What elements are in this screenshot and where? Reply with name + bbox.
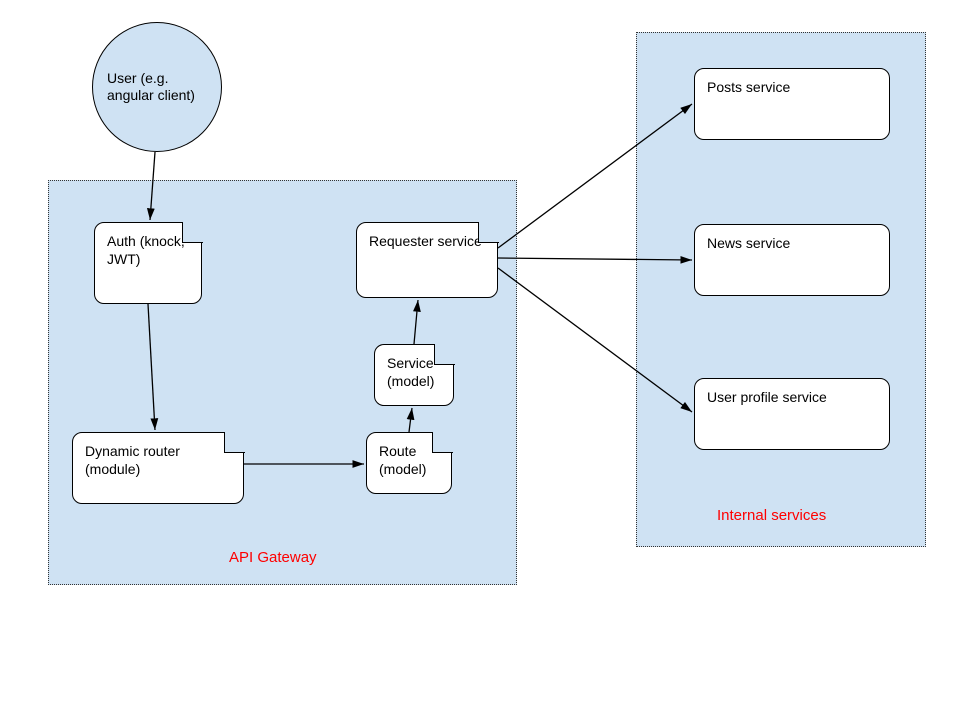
user-profile-service-text: User profile service	[707, 389, 827, 405]
service-model-node: Service (model)	[374, 344, 454, 406]
news-service-text: News service	[707, 235, 790, 251]
auth-text: Auth (knock, JWT)	[107, 233, 185, 267]
route-text: Route (model)	[379, 443, 426, 477]
user-text: User (e.g. angular client)	[107, 70, 207, 105]
api-gateway-label: API Gateway	[229, 549, 317, 566]
service-model-text: Service (model)	[387, 355, 434, 389]
posts-service-text: Posts service	[707, 79, 790, 95]
route-node: Route (model)	[366, 432, 452, 494]
diagram-canvas: API Gateway Internal services User (e.g.…	[0, 0, 960, 720]
user-node: User (e.g. angular client)	[92, 22, 222, 152]
requester-text: Requester service	[369, 233, 482, 249]
user-profile-service-node: User profile service	[694, 378, 890, 450]
news-service-node: News service	[694, 224, 890, 296]
internal-services-label: Internal services	[717, 507, 826, 524]
requester-node: Requester service	[356, 222, 498, 298]
auth-node: Auth (knock, JWT)	[94, 222, 202, 304]
dynamic-router-text: Dynamic router (module)	[85, 443, 180, 477]
posts-service-node: Posts service	[694, 68, 890, 140]
dynamic-router-node: Dynamic router (module)	[72, 432, 244, 504]
